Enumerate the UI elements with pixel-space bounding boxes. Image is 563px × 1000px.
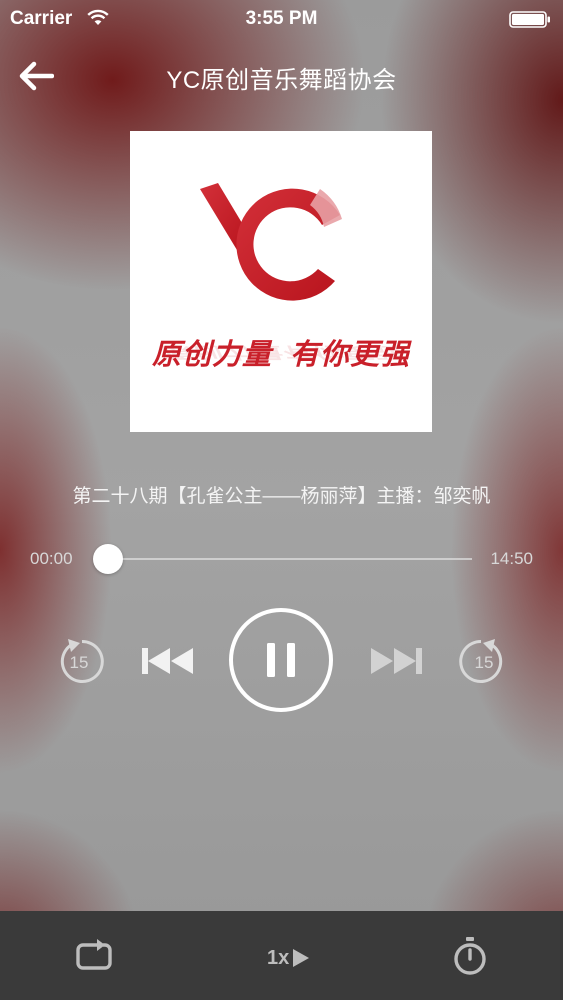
status-bar: Carrier 3:55 PM: [0, 0, 563, 40]
forward-seconds: 15: [475, 653, 494, 672]
elapsed-time: 00:00: [30, 549, 73, 568]
repeat-icon: [76, 939, 112, 970]
clock: 3:55 PM: [245, 8, 318, 29]
playback-speed-button[interactable]: 1x: [267, 943, 311, 973]
skip-previous-icon: [142, 648, 193, 674]
speed-label: 1x: [267, 946, 290, 969]
skip-next-icon: [371, 648, 422, 674]
next-button[interactable]: [368, 645, 424, 677]
battery-icon: [509, 11, 550, 28]
pause-icon: [229, 608, 333, 712]
rewind-seconds: 15: [70, 653, 89, 672]
total-time: 14:50: [490, 549, 533, 568]
bottom-toolbar: 1x: [0, 911, 563, 1000]
play-triangle-icon: [293, 949, 310, 967]
sleep-timer-button[interactable]: [452, 936, 488, 976]
yc-logo: [200, 183, 342, 301]
cover-slogan-reflection: 原创力量有你更强: [130, 342, 432, 365]
forward-15-button[interactable]: 15: [459, 636, 509, 686]
track-title: 第二十八期【孔雀公主——杨丽萍】主播：邹奕帆: [72, 486, 491, 507]
rewind-15-icon: 15: [60, 639, 104, 683]
page-title: YC原创音乐舞蹈协会: [166, 67, 397, 94]
timer-icon: [454, 937, 486, 975]
progress-slider[interactable]: [93, 544, 472, 574]
previous-button[interactable]: [140, 645, 196, 677]
cover-reflection-right: 有你更强: [281, 343, 402, 361]
rewind-15-button[interactable]: 15: [54, 636, 104, 686]
repeat-button[interactable]: [74, 939, 114, 973]
cover-reflection-left: 原创力量: [160, 343, 281, 361]
navigation-bar: YC原创音乐舞蹈协会: [0, 40, 563, 110]
arrow-left-icon: [19, 61, 54, 91]
album-cover: 原创力量 有你更强 原创力量有你更强: [130, 131, 432, 432]
pause-button[interactable]: [228, 607, 334, 713]
forward-15-icon: 15: [459, 639, 503, 683]
back-button[interactable]: [16, 56, 56, 96]
